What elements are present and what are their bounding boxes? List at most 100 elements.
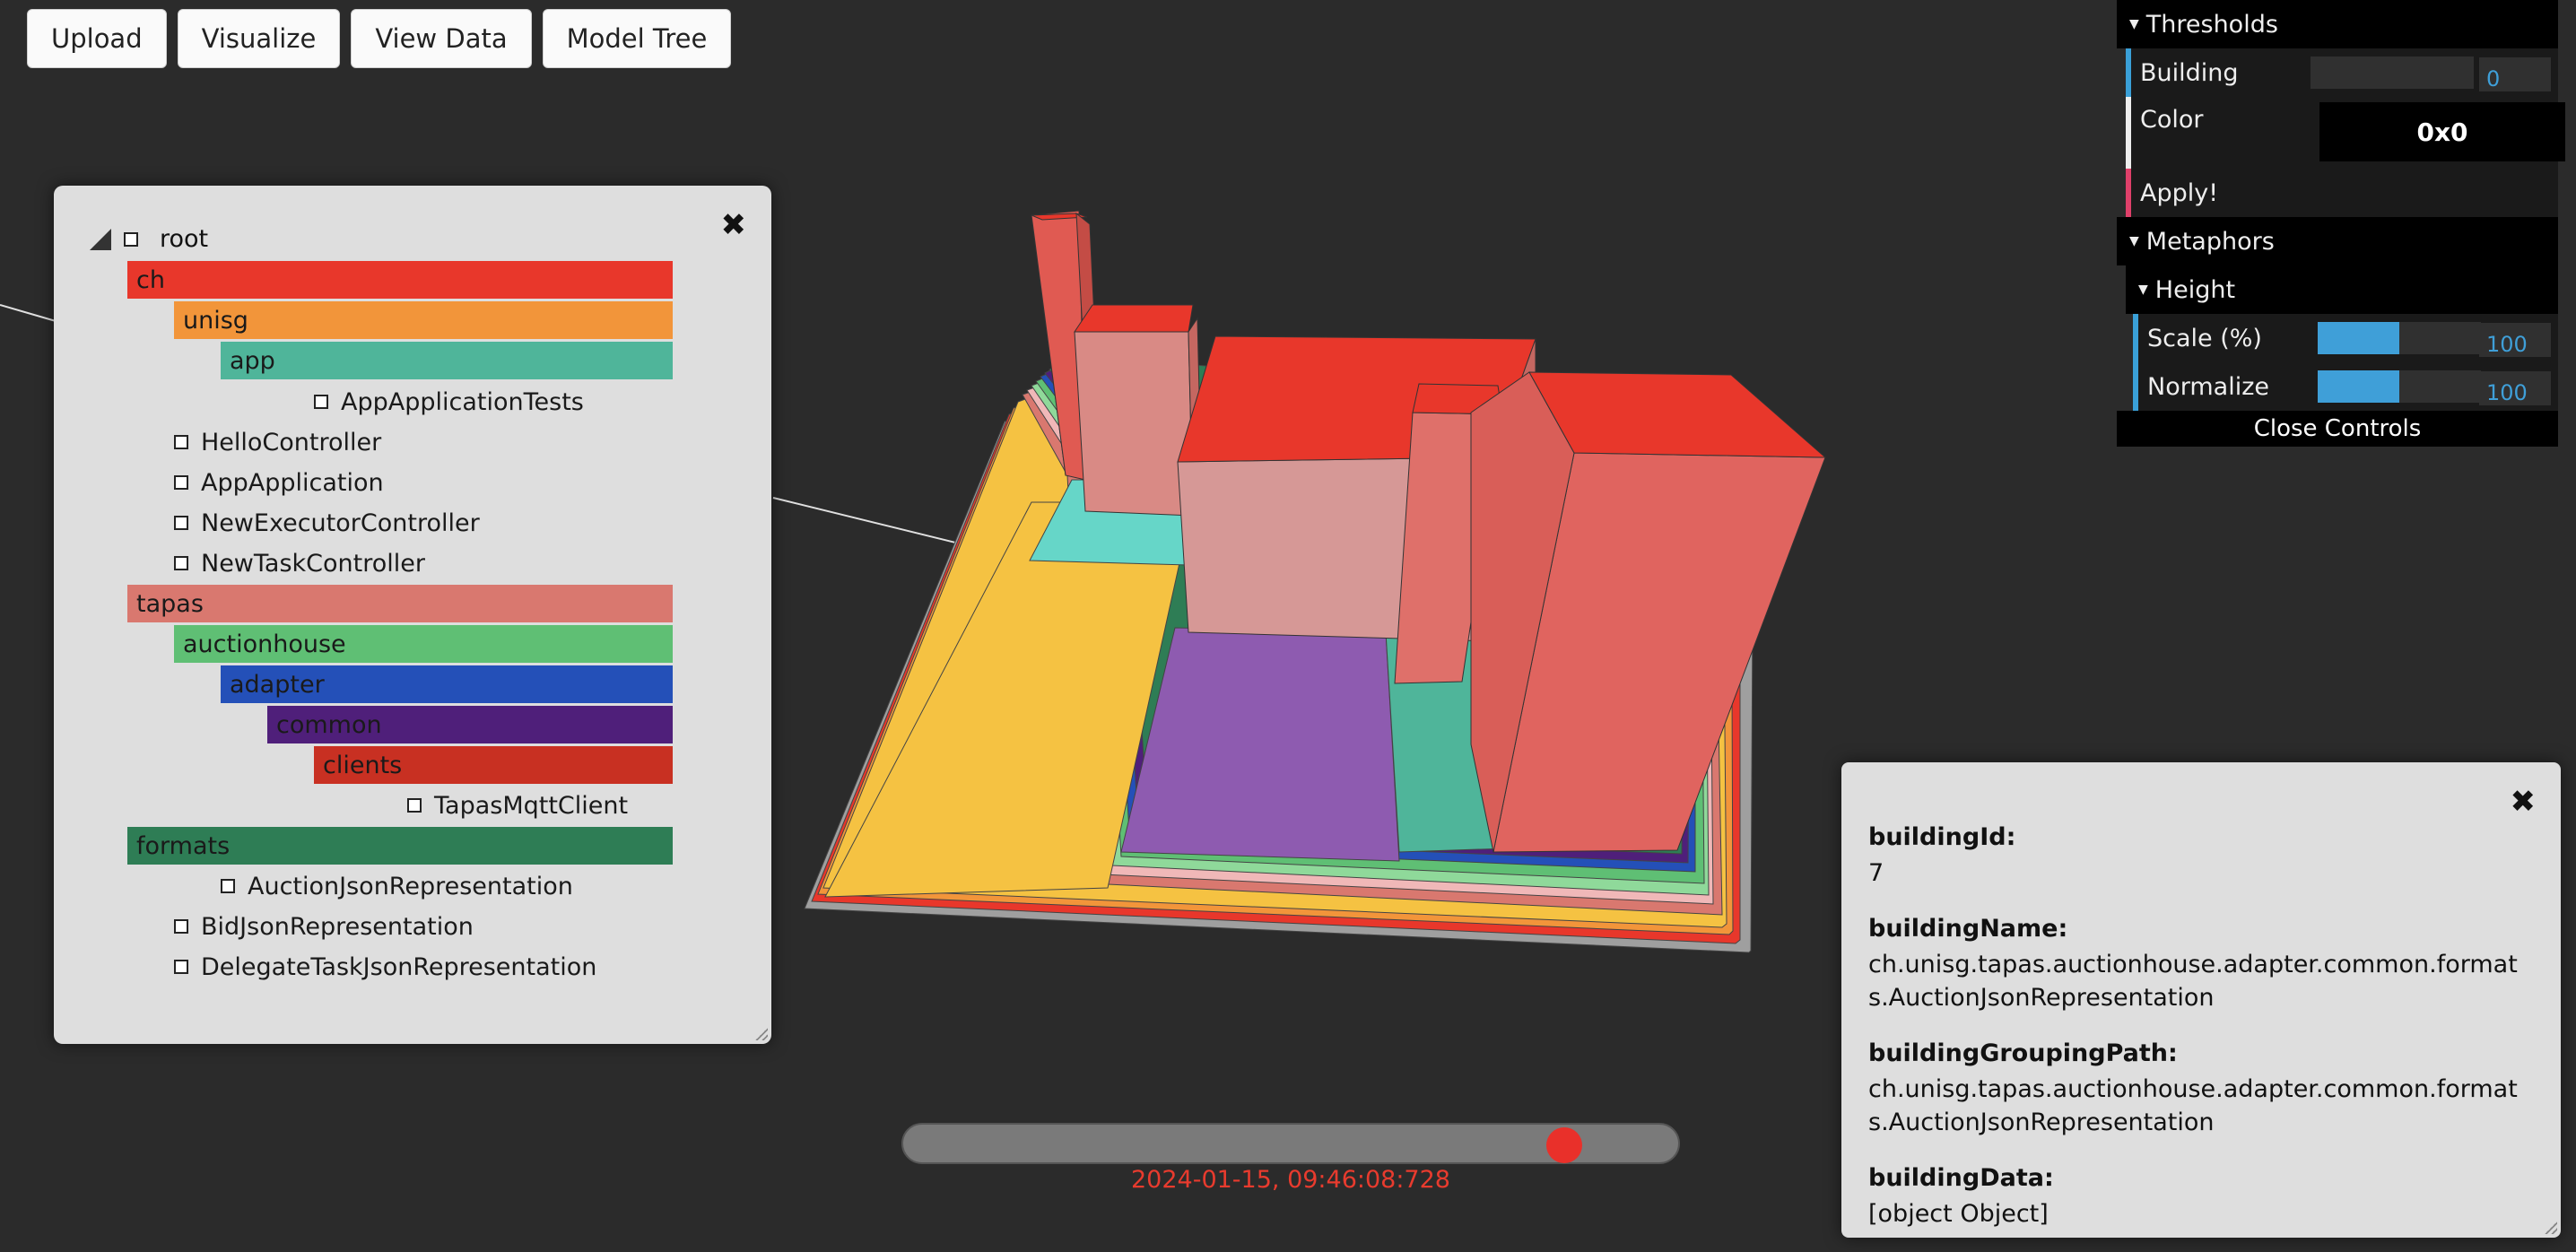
tree-leaf[interactable]: AuctionJsonRepresentation	[221, 867, 573, 905]
tree-leaf-label: HelloController	[201, 428, 382, 456]
tree-package-common[interactable]: common	[267, 706, 673, 743]
checkbox[interactable]	[174, 919, 188, 934]
tree-leaf-label: NewExecutorController	[201, 509, 480, 537]
caret-down-icon: ▼	[2129, 17, 2139, 31]
tree-package-label: tapas	[136, 589, 204, 618]
tree-root[interactable]: root	[90, 225, 208, 253]
normalize-value-input[interactable]: 100	[2479, 371, 2551, 405]
tree-package-label: ch	[136, 265, 165, 294]
view-data-button[interactable]: View Data	[351, 9, 532, 68]
color-threshold-control[interactable]: Color 0x0	[2126, 97, 2565, 169]
caret-down-icon: ▼	[2138, 283, 2148, 297]
time-slider-knob[interactable]	[1546, 1127, 1582, 1163]
building-id-key: buildingId:	[1868, 823, 2016, 851]
tree-leaf[interactable]: AppApplicationTests	[314, 383, 584, 421]
tree-leaf[interactable]: BidJsonRepresentation	[174, 908, 474, 945]
building-data-value: [object Object]	[1868, 1200, 2049, 1228]
tree-leaf-label: AppApplication	[201, 468, 384, 497]
folder-label: Metaphors	[2145, 227, 2275, 256]
building-id-value: 7	[1868, 859, 1884, 887]
close-icon[interactable]: ✖	[2511, 784, 2537, 820]
collapse-triangle-icon[interactable]	[90, 228, 111, 250]
time-slider[interactable]	[901, 1123, 1680, 1164]
normalize-control[interactable]: Normalize 100	[2133, 362, 2558, 411]
building-value-input[interactable]: 0	[2479, 57, 2551, 91]
close-icon[interactable]: ✖	[721, 207, 747, 243]
control-label: Scale (%)	[2147, 324, 2262, 352]
apply-button[interactable]: Apply!	[2126, 169, 2558, 217]
checkbox[interactable]	[174, 960, 188, 974]
building-selected[interactable]	[1470, 371, 1827, 853]
building-slider[interactable]	[2311, 57, 2474, 89]
tree-leaf-label: DelegateTaskJsonRepresentation	[201, 952, 597, 981]
tree-leaf-label: NewTaskController	[201, 549, 425, 578]
control-label: Color	[2140, 106, 2204, 134]
tree-leaf[interactable]: AppApplication	[174, 464, 384, 501]
color-picker[interactable]: 0x0	[2319, 102, 2565, 161]
tree-leaf-label: TapasMqttClient	[434, 791, 629, 820]
control-label: Building	[2140, 58, 2239, 87]
checkbox[interactable]	[174, 435, 188, 449]
tree-package-tapas[interactable]: tapas	[127, 585, 673, 622]
scale-control[interactable]: Scale (%) 100	[2133, 314, 2558, 362]
building-data-key: buildingData:	[1868, 1164, 2054, 1192]
tree-package-label: formats	[136, 831, 231, 860]
tree-package-clients[interactable]: clients	[314, 746, 673, 784]
timestamp-label: 2024-01-15, 09:46:08:728	[1131, 1166, 1450, 1194]
tree-leaf[interactable]: NewTaskController	[174, 544, 425, 582]
checkbox[interactable]	[174, 475, 188, 490]
tree-leaf[interactable]: NewExecutorController	[174, 504, 480, 542]
scale-value-input[interactable]: 100	[2479, 323, 2551, 357]
checkbox[interactable]	[174, 556, 188, 570]
folder-label: Height	[2154, 275, 2236, 304]
building-info-panel: ✖ buildingId: 7 buildingName: ch.unisg.t…	[1841, 762, 2561, 1238]
folder-label: Thresholds	[2145, 10, 2278, 39]
selection-ray-left	[0, 304, 57, 322]
tree-leaf[interactable]: HelloController	[174, 423, 381, 461]
tree-leaf-label: AppApplicationTests	[341, 387, 584, 416]
tree-package-label: clients	[323, 751, 403, 779]
metaphors-folder[interactable]: ▼ Metaphors	[2117, 217, 2558, 265]
model-tree-panel: ✖ root ch unisg app AppApplicationTests …	[54, 186, 771, 1044]
checkbox[interactable]	[314, 395, 328, 409]
tree-package-label: app	[230, 346, 275, 375]
tree-leaf[interactable]: DelegateTaskJsonRepresentation	[174, 948, 596, 986]
control-label: Apply!	[2140, 178, 2219, 207]
toolbar: Upload Visualize View Data Model Tree	[27, 9, 732, 68]
height-folder[interactable]: ▼ Height	[2126, 265, 2558, 314]
thresholds-folder[interactable]: ▼ Thresholds	[2117, 0, 2558, 48]
tree-package-label: unisg	[183, 306, 248, 335]
building-grouping-path-key: buildingGroupingPath:	[1868, 1039, 2178, 1067]
tree-package-ch[interactable]: ch	[127, 261, 673, 299]
caret-down-icon: ▼	[2129, 234, 2139, 248]
building-grouping-path-value: ch.unisg.tapas.auctionhouse.adapter.comm…	[1868, 1075, 2518, 1136]
building-name-key: buildingName:	[1868, 915, 2068, 943]
resize-handle[interactable]	[2545, 1222, 2557, 1234]
controls-panel: ▼ Thresholds Building 0 Color 0x0 Apply! …	[2117, 0, 2565, 447]
tree-package-adapter[interactable]: adapter	[221, 665, 673, 703]
tree-package-label: common	[276, 710, 382, 739]
model-tree-button[interactable]: Model Tree	[542, 9, 732, 68]
tree-leaf[interactable]: TapasMqttClient	[407, 787, 628, 824]
scale-slider[interactable]	[2318, 322, 2481, 354]
visualize-button[interactable]: Visualize	[177, 9, 341, 68]
close-controls-button[interactable]: Close Controls	[2117, 411, 2558, 447]
normalize-slider[interactable]	[2318, 370, 2481, 403]
tree-package-label: adapter	[230, 670, 325, 699]
checkbox[interactable]	[221, 879, 235, 893]
tree-leaf-label: BidJsonRepresentation	[201, 912, 474, 941]
tree-root-label: root	[160, 225, 209, 253]
resize-handle[interactable]	[755, 1028, 768, 1040]
checkbox[interactable]	[407, 798, 422, 813]
tree-package-label: auctionhouse	[183, 630, 346, 658]
building-threshold-control[interactable]: Building 0	[2126, 48, 2558, 97]
tree-package-formats[interactable]: formats	[127, 827, 673, 865]
tree-package-app[interactable]: app	[221, 342, 673, 379]
checkbox[interactable]	[124, 231, 138, 247]
control-label: Normalize	[2147, 372, 2269, 401]
tree-package-auctionhouse[interactable]: auctionhouse	[174, 625, 673, 663]
tree-leaf-label: AuctionJsonRepresentation	[248, 872, 573, 900]
upload-button[interactable]: Upload	[27, 9, 167, 68]
tree-package-unisg[interactable]: unisg	[174, 301, 673, 339]
checkbox[interactable]	[174, 516, 188, 530]
